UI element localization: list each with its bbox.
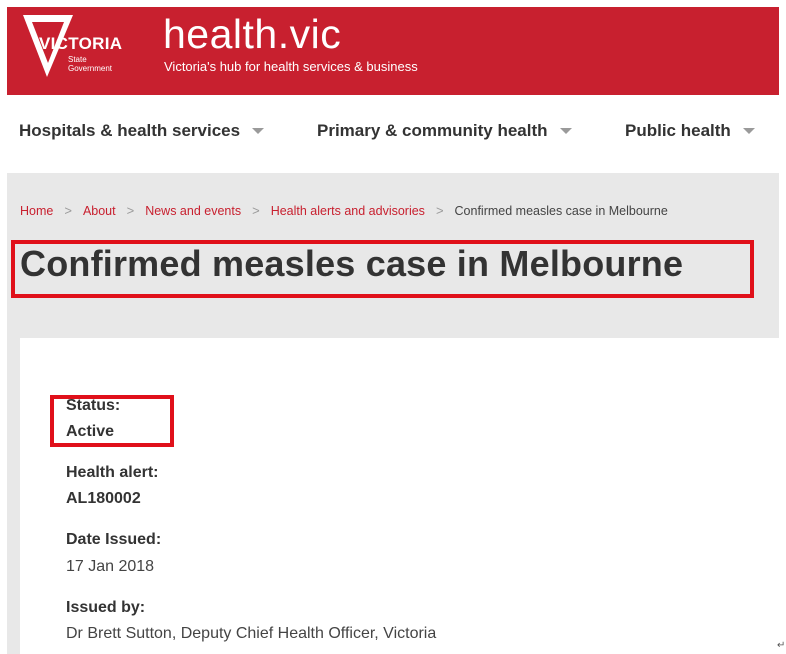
breadcrumb: Home > About > News and events > Health … bbox=[20, 203, 668, 218]
site-title[interactable]: health.vic bbox=[163, 11, 341, 58]
chevron-down-icon bbox=[252, 128, 265, 134]
breadcrumb-health-alerts[interactable]: Health alerts and advisories bbox=[271, 204, 425, 218]
nav-item-hospitals[interactable]: Hospitals & health services bbox=[19, 121, 265, 141]
breadcrumb-separator-icon: > bbox=[435, 203, 444, 218]
nav-item-label: Public health bbox=[625, 121, 731, 140]
date-issued-label: Date Issued: bbox=[66, 531, 162, 548]
breadcrumb-home[interactable]: Home bbox=[20, 204, 53, 218]
victoria-government-logo[interactable]: VICTORIA State Government bbox=[21, 13, 129, 81]
breadcrumb-separator-icon: > bbox=[252, 203, 260, 218]
nav-item-label: Hospitals & health services bbox=[19, 121, 241, 140]
nav-item-primary-community[interactable]: Primary & community health bbox=[317, 121, 572, 141]
status-highlight-box bbox=[50, 395, 174, 447]
site-header: VICTORIA State Government health.vic Vic… bbox=[7, 7, 779, 95]
main-navigation: Hospitals & health services Primary & co… bbox=[7, 113, 779, 157]
logo-subtext: State Government bbox=[68, 55, 113, 73]
issued-by-label: Issued by: bbox=[66, 599, 146, 616]
breadcrumb-separator-icon: > bbox=[64, 203, 72, 218]
logo-wordmark: VICTORIA bbox=[39, 34, 123, 53]
breadcrumb-about[interactable]: About bbox=[83, 204, 116, 218]
title-highlight-box bbox=[11, 240, 754, 298]
issued-by-value: Dr Brett Sutton, Deputy Chief Health Off… bbox=[66, 625, 437, 642]
health-alert-label: Health alert: bbox=[66, 464, 159, 481]
health-alert-value: AL180002 bbox=[66, 490, 141, 507]
return-mark-icon: ↵ bbox=[777, 640, 786, 651]
nav-item-public-health[interactable]: Public health bbox=[625, 121, 755, 141]
chevron-down-icon bbox=[559, 128, 572, 134]
date-issued-value: 17 Jan 2018 bbox=[66, 558, 155, 575]
site-tagline: Victoria's hub for health services & bus… bbox=[164, 59, 418, 74]
breadcrumb-current: Confirmed measles case in Melbourne bbox=[454, 203, 668, 218]
breadcrumb-news-events[interactable]: News and events bbox=[145, 204, 241, 218]
chevron-down-icon bbox=[742, 128, 755, 134]
nav-item-label: Primary & community health bbox=[317, 121, 548, 140]
breadcrumb-separator-icon: > bbox=[126, 203, 135, 218]
